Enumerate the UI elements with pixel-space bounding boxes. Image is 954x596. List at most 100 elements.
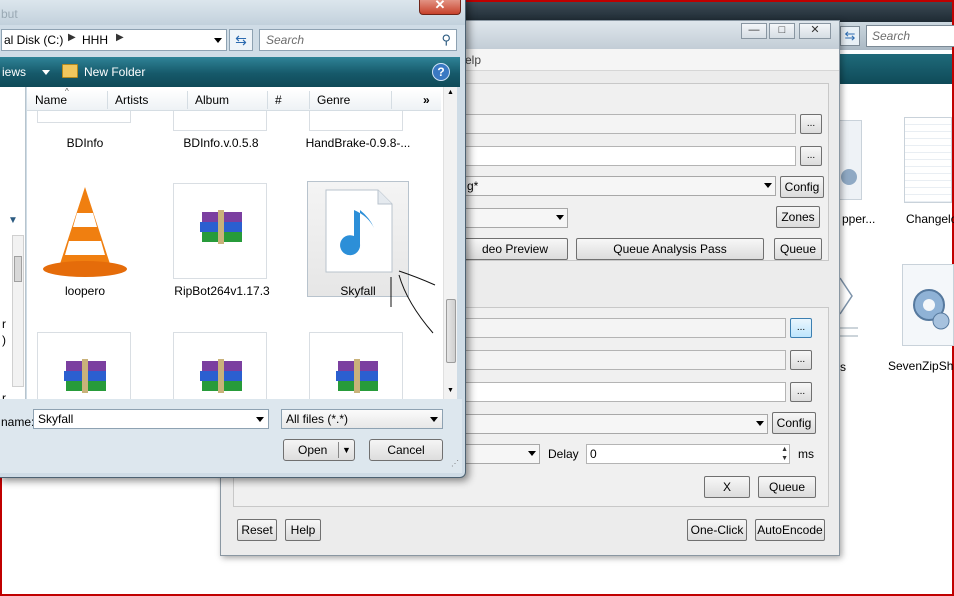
help-icon[interactable]: ? [432, 63, 450, 81]
chevron-down-icon[interactable]: ▼ [342, 440, 351, 460]
folder-icon[interactable] [37, 111, 131, 123]
help-button[interactable]: Help [285, 519, 321, 541]
folder-icon[interactable] [309, 111, 403, 131]
search-icon[interactable]: ⚲ [441, 32, 451, 48]
file-label[interactable]: Changelo [906, 212, 954, 226]
profile-select[interactable]: g* [462, 176, 776, 196]
breadcrumb-folder[interactable]: HHH [82, 33, 108, 47]
file-icon[interactable] [902, 264, 954, 346]
column-genre[interactable]: Genre [317, 93, 350, 107]
file-type-select[interactable]: All files (*.*) [281, 409, 443, 429]
file-label[interactable]: BDInfo [35, 136, 135, 150]
scroll-up-icon[interactable]: ▲ [447, 89, 454, 96]
quality-select[interactable] [462, 208, 568, 228]
file-tile[interactable] [37, 332, 131, 400]
delay-input[interactable]: 0 ▲ ▼ [586, 444, 790, 464]
audio-field-2[interactable] [462, 350, 786, 370]
browse-button[interactable]: ... [790, 350, 812, 370]
zones-button[interactable]: Zones [776, 206, 820, 228]
address-bar[interactable]: al Disk (C:) ▶ HHH ▶ [1, 29, 227, 51]
nav-item-fragment[interactable]: ) [2, 333, 6, 347]
menu-item-help[interactable]: elp [465, 53, 481, 67]
new-folder-icon[interactable] [62, 64, 78, 78]
chevron-down-icon[interactable] [256, 417, 264, 422]
file-label[interactable]: RipBot264v1.17.3 [167, 284, 277, 298]
chevron-down-icon[interactable] [214, 38, 222, 43]
dialog-titlebar: but ✕ [0, 0, 465, 25]
column-number[interactable]: # [275, 93, 282, 107]
resize-grip-icon[interactable]: ⋰ [451, 459, 459, 468]
delay-label: Delay [548, 447, 579, 461]
dialog-toolbar: iews New Folder ? [0, 57, 460, 87]
output-file-field[interactable] [462, 146, 796, 166]
folder-icon[interactable] [173, 111, 267, 131]
chevron-down-icon[interactable]: ▼ [8, 215, 18, 226]
audio-input-field[interactable] [462, 318, 786, 338]
maximize-icon[interactable]: □ [769, 23, 795, 39]
file-icon[interactable] [838, 120, 862, 200]
nav-item-fragment[interactable]: r [2, 317, 6, 331]
sort-arrow-icon: ^ [65, 87, 69, 96]
minimize-icon[interactable]: — [741, 23, 767, 39]
file-label[interactable]: pper... [842, 212, 875, 226]
input-file-field[interactable] [462, 114, 796, 134]
queue-button[interactable]: Queue [758, 476, 816, 498]
scroll-down-icon[interactable]: ▼ [447, 387, 454, 394]
filename-input[interactable]: Skyfall [33, 409, 269, 429]
file-label[interactable]: s [840, 360, 846, 374]
open-button[interactable]: Open ▼ [283, 439, 355, 461]
config-button[interactable]: Config [772, 412, 816, 434]
views-button[interactable]: iews [2, 65, 26, 79]
video-preview-button[interactable]: deo Preview [462, 238, 568, 260]
cancel-button[interactable]: Cancel [369, 439, 443, 461]
column-album[interactable]: Album [195, 93, 229, 107]
vlc-cone-icon[interactable] [39, 183, 131, 279]
close-icon[interactable]: ✕ [799, 23, 831, 39]
audio-codec-select[interactable] [462, 414, 768, 434]
file-list-scrollbar[interactable]: ▲ ▼ [443, 87, 457, 399]
open-file-dialog: but ✕ al Disk (C:) ▶ HHH ▶ ⇆ Search ⚲ ie… [0, 0, 466, 478]
one-click-button[interactable]: One-Click [687, 519, 747, 541]
language-select[interactable] [462, 444, 540, 464]
audio-output-field[interactable] [462, 382, 786, 402]
gear-icon [913, 289, 950, 330]
refresh-icon[interactable]: ⇆ [229, 29, 253, 51]
chevron-right-icon[interactable]: ▶ [116, 32, 124, 43]
column-artists[interactable]: Artists [115, 93, 148, 107]
document-icon[interactable] [838, 266, 860, 352]
more-columns-icon[interactable]: » [423, 93, 430, 107]
chevron-right-icon[interactable]: ▶ [68, 32, 76, 43]
spinner-arrows-icon[interactable]: ▲ ▼ [781, 445, 788, 463]
autoencode-button[interactable]: AutoEncode [755, 519, 825, 541]
file-label[interactable]: SevenZipSha [888, 359, 954, 373]
background-refresh-icon[interactable]: ⇆ [840, 26, 860, 46]
browse-button[interactable]: ... [790, 382, 812, 402]
nav-scrollbar[interactable] [12, 235, 24, 387]
queue-button[interactable]: Queue [774, 238, 822, 260]
profile-value: g* [467, 179, 479, 193]
background-search-input[interactable]: Search [866, 25, 954, 47]
file-tile[interactable] [173, 332, 267, 400]
scrollbar-thumb[interactable] [446, 299, 456, 363]
queue-analysis-pass-button[interactable]: Queue Analysis Pass [576, 238, 764, 260]
search-input[interactable]: Search ⚲ [259, 29, 457, 51]
column-name[interactable]: Name [35, 93, 67, 107]
browse-button[interactable]: ... [800, 114, 822, 134]
browse-button[interactable]: ... [800, 146, 822, 166]
open-label: Open [298, 443, 328, 457]
reset-button[interactable]: Reset [237, 519, 277, 541]
breadcrumb-drive[interactable]: al Disk (C:) [4, 33, 63, 47]
file-tile[interactable] [173, 183, 267, 279]
chevron-down-icon[interactable] [430, 417, 438, 422]
close-icon[interactable]: ✕ [419, 0, 461, 15]
clear-x-button[interactable]: X [704, 476, 750, 498]
file-label[interactable]: HandBrake-0.9.8-... [303, 136, 413, 150]
winrar-archive-icon [64, 359, 106, 393]
text-document-icon[interactable] [904, 117, 952, 203]
new-folder-button[interactable]: New Folder [84, 65, 145, 79]
browse-button[interactable]: ... [790, 318, 812, 338]
config-button[interactable]: Config [780, 176, 824, 198]
file-label[interactable]: BDInfo.v.0.5.8 [171, 136, 271, 150]
file-label[interactable]: loopero [35, 284, 135, 298]
chevron-down-icon[interactable] [42, 70, 50, 75]
